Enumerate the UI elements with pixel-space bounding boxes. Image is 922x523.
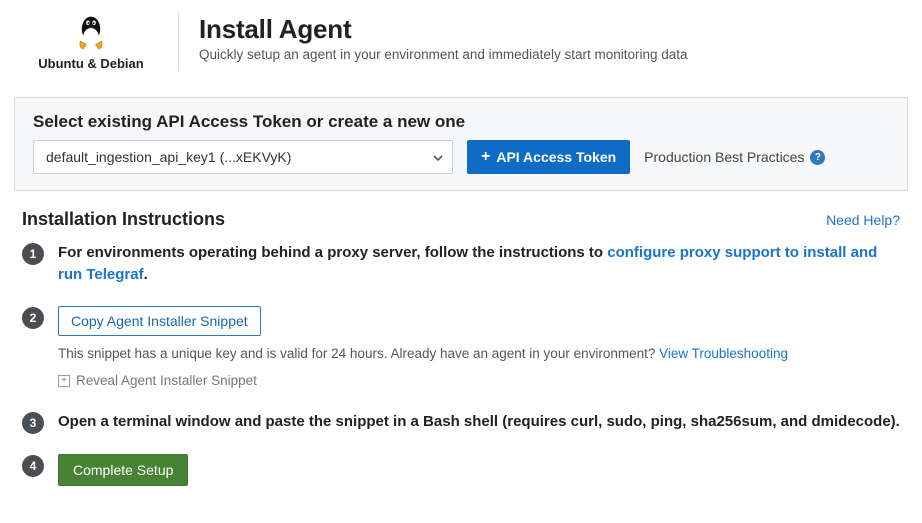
linux-tux-icon xyxy=(72,12,110,52)
step-number-badge: 4 xyxy=(22,455,44,477)
step-2: 2 Copy Agent Installer Snippet This snip… xyxy=(22,306,900,391)
step3-text: Open a terminal window and paste the sni… xyxy=(58,413,900,430)
instructions-title: Installation Instructions xyxy=(22,209,225,230)
best-practices-link[interactable]: Production Best Practices xyxy=(644,149,804,165)
create-api-token-label: API Access Token xyxy=(496,149,616,165)
api-token-select[interactable]: default_ingestion_api_key1 (...xEKVyK) xyxy=(33,140,453,174)
copy-snippet-button[interactable]: Copy Agent Installer Snippet xyxy=(58,306,261,336)
api-token-selected-value: default_ingestion_api_key1 (...xEKVyK) xyxy=(46,149,291,165)
create-api-token-button[interactable]: + API Access Token xyxy=(467,140,630,174)
reveal-snippet-toggle[interactable]: + Reveal Agent Installer Snippet xyxy=(58,371,257,391)
step-4: 4 Complete Setup xyxy=(22,454,900,486)
expand-icon: + xyxy=(58,375,70,387)
help-icon[interactable]: ? xyxy=(810,150,825,165)
step-3: 3 Open a terminal window and paste the s… xyxy=(22,411,900,434)
token-panel-heading: Select existing API Access Token or crea… xyxy=(33,112,889,132)
page-title: Install Agent xyxy=(199,14,688,45)
step-1: 1 For environments operating behind a pr… xyxy=(22,242,900,286)
page-subtitle: Quickly setup an agent in your environme… xyxy=(199,47,688,62)
view-troubleshooting-link[interactable]: View Troubleshooting xyxy=(659,346,788,361)
step-number-badge: 1 xyxy=(22,243,44,265)
complete-setup-button[interactable]: Complete Setup xyxy=(58,454,188,486)
token-panel: Select existing API Access Token or crea… xyxy=(14,97,908,191)
platform-label: Ubuntu & Debian xyxy=(38,56,143,71)
step1-prefix: For environments operating behind a prox… xyxy=(58,244,607,261)
step1-suffix: . xyxy=(144,266,148,283)
snippet-hint-text: This snippet has a unique key and is val… xyxy=(58,346,659,361)
step-number-badge: 2 xyxy=(22,307,44,329)
step-number-badge: 3 xyxy=(22,412,44,434)
need-help-link[interactable]: Need Help? xyxy=(826,212,900,228)
reveal-snippet-label: Reveal Agent Installer Snippet xyxy=(76,371,257,391)
